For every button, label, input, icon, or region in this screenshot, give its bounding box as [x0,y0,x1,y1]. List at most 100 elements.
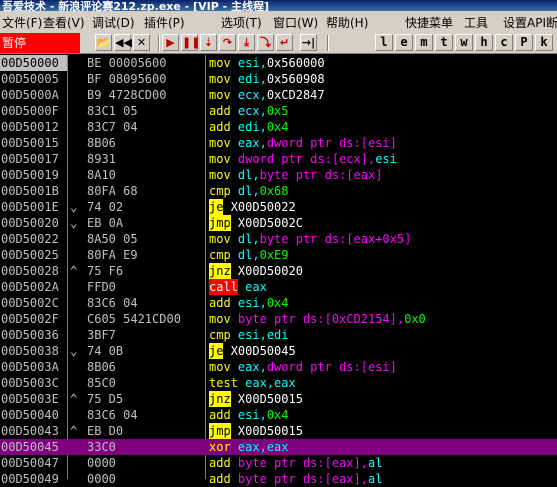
instruction-hex: 75 D5 [87,392,124,406]
instruction-row[interactable]: 00D50047 0000 add byte ptr ds:[eax],al [0,455,557,471]
close-icon[interactable]: ✕ [133,34,150,51]
instruction-row[interactable]: 00D5003C 85C0 test eax,eax [0,375,557,391]
instruction-row[interactable]: 00D5003A 8B06 mov eax,dword ptr ds:[esi] [0,359,557,375]
instruction-row[interactable]: 00D50020 ⌄ EB 0A jmp X00D5002C [0,215,557,231]
selected-instruction-row[interactable]: 00D50045 33C0 xor eax,eax [0,439,557,455]
instruction-mnemonic: jmp [209,423,231,439]
window-t-button[interactable]: t [435,34,453,51]
instruction-row[interactable]: 00D50000 BE 00005600 mov esi,0x560000 [0,55,557,71]
instruction-operand: esi, [237,296,267,310]
instruction-operand: dword ptr ds:[ecx], [237,152,376,166]
instruction-operand: al [367,472,383,486]
instruction-hex: FFD0 [87,280,116,294]
menu-set-api-breakpoint[interactable]: 设置API断 [503,14,557,31]
instruction-mnemonic: mov [209,312,231,326]
instruction-address: 00D50012 [1,120,59,134]
step-over-icon[interactable]: ↷ [219,34,236,51]
instruction-address: 00D50043 [1,424,59,438]
instruction-operand: esi,edi [237,328,289,342]
window-m-button[interactable]: m [415,34,433,51]
window-c-button[interactable]: c [495,34,513,51]
disassembly-view[interactable]: 00D50000 BE 00005600 mov esi,0x560000 00D50… [0,55,557,486]
instruction-mnemonic: add [209,296,231,310]
window-e-button[interactable]: e [395,34,413,51]
instruction-row[interactable]: 00D50043 ^ EB D0 jmp X00D50015 [0,423,557,439]
instruction-mnemonic: mov [209,56,231,70]
window-l-button[interactable]: l [375,34,393,51]
instruction-address: 00D50017 [1,152,59,166]
menu-window[interactable]: 窗口(W) [273,14,318,31]
menu-view[interactable]: 查看(V) [43,14,85,31]
instruction-operand: 0x4 [266,408,289,422]
window-w-button[interactable]: w [455,34,473,51]
instruction-operand: 0x560908 [266,72,325,86]
rewind-icon[interactable]: ◀◀ [114,34,132,51]
instruction-row[interactable]: 00D50028 ^ 75 F6 jnz X00D50020 [0,263,557,279]
menu-help[interactable]: 帮助(H) [326,14,368,31]
menu-plugins[interactable]: 插件(P) [144,14,185,31]
instruction-row[interactable]: 00D5002C 83C6 04 add esi,0x4 [0,295,557,311]
instruction-mnemonic: xor [209,440,231,454]
instruction-hex: 80FA 68 [87,184,138,198]
goto-icon[interactable]: →| [300,34,317,51]
instruction-row[interactable]: 00D5002F C605 5421CD00 mov byte ptr ds:[0x… [0,311,557,327]
instruction-address: 00D50022 [1,232,59,246]
instruction-text: mov edi,0x560908 [209,71,325,87]
instruction-row[interactable]: 00D5001E ⌄ 74 02 je X00D50022 [0,199,557,215]
instruction-row[interactable]: 00D5002A FFD0 call eax [0,279,557,295]
execute-till-return-icon[interactable]: ↵ [276,34,293,51]
menu-tools[interactable]: 工具 [464,14,488,31]
trace-over-icon[interactable]: ⤵ [257,34,274,51]
instruction-row[interactable]: 00D50038 ⌄ 74 0B je X00D50045 [0,343,557,359]
instruction-row[interactable]: 00D50025 80FA E9 cmp dl,0xE9 [0,247,557,263]
instruction-hex: BE 00005600 [87,56,167,70]
menu-bar: 文件(F) 查看(V) 调试(D) 插件(P) 选项(T) 窗口(W) 帮助(H… [0,11,557,32]
instruction-operand: dl, [237,184,260,198]
menu-shortcuts[interactable]: 快捷菜单 [405,14,453,31]
window-h-button[interactable]: h [475,34,493,51]
instruction-row[interactable]: 00D50040 83C6 04 add esi,0x4 [0,407,557,423]
trace-into-icon[interactable]: ⤓ [238,34,255,51]
jump-arrow-icon: ⌄ [70,344,78,358]
instruction-text: mov dword ptr ds:[ecx],esi [209,151,397,167]
run-icon[interactable]: ▶ [162,34,179,51]
instruction-row[interactable]: 00D50022 8A50 05 mov dl,byte ptr ds:[eax+0… [0,231,557,247]
menu-file[interactable]: 文件(F) [2,14,42,31]
instruction-mnemonic: add [209,456,231,470]
instruction-row[interactable]: 00D5000F 83C1 05 add ecx,0x5 [0,103,557,119]
instruction-row[interactable]: 00D50012 83C7 04 add edi,0x4 [0,119,557,135]
menu-options[interactable]: 选项(T) [221,14,262,31]
jump-arrow-icon: ^ [70,392,78,406]
instruction-operand: dl, [237,232,260,246]
instruction-row[interactable]: 00D50005 BF 08095600 mov edi,0x560908 [0,71,557,87]
instruction-row[interactable]: 00D5000A B9 4728CD00 mov ecx,0xCD2847 [0,87,557,103]
instruction-row[interactable]: 00D50049 0000 add byte ptr ds:[eax],al [0,471,557,487]
instruction-operand: ecx, [237,104,267,118]
menu-debug[interactable]: 调试(D) [92,14,135,31]
instruction-hex: BF 08095600 [87,72,167,86]
instruction-row[interactable]: 00D50019 8A10 mov dl,byte ptr ds:[eax] [0,167,557,183]
instruction-address: 00D5003E [1,392,59,406]
window-k-button[interactable]: k [535,34,553,51]
instruction-operand: 0xCD2847 [266,88,325,102]
toolbar: 暂停 📂 ◀◀ ✕ ▶ ❚❚ ⇣ ↷ ⤓ ⤵ ↵ →| l e m t w h c Pk [0,32,557,54]
instruction-hex: 8A50 05 [87,232,138,246]
instruction-operand: eax,eax [237,440,289,454]
instruction-address: 00D5003C [1,376,59,390]
instruction-hex: 83C1 05 [87,104,138,118]
instruction-row[interactable]: 00D50017 8931 mov dword ptr ds:[ecx],esi [0,151,557,167]
instruction-row[interactable]: 00D50015 8B06 mov eax,dword ptr ds:[esi] [0,135,557,151]
instruction-hex: C605 5421CD00 [87,312,181,326]
pause-icon[interactable]: ❚❚ [181,34,200,51]
instruction-address: 00D50045 [0,439,67,455]
step-into-icon[interactable]: ⇣ [200,34,217,51]
instruction-row[interactable]: 00D50036 3BF7 cmp esi,edi [0,327,557,343]
instruction-row[interactable]: 00D5001B 80FA 68 cmp dl,0x68 [0,183,557,199]
jump-arrow-icon: ^ [70,264,78,278]
instruction-hex: 0000 [87,456,116,470]
instruction-operand: dword ptr ds:[esi] [266,136,397,150]
instruction-row[interactable]: 00D5003E ^ 75 D5 jnz X00D50015 [0,391,557,407]
window-P-button[interactable]: P [515,34,533,51]
instruction-text: call eax [209,279,267,295]
open-icon[interactable]: 📂 [95,34,112,51]
